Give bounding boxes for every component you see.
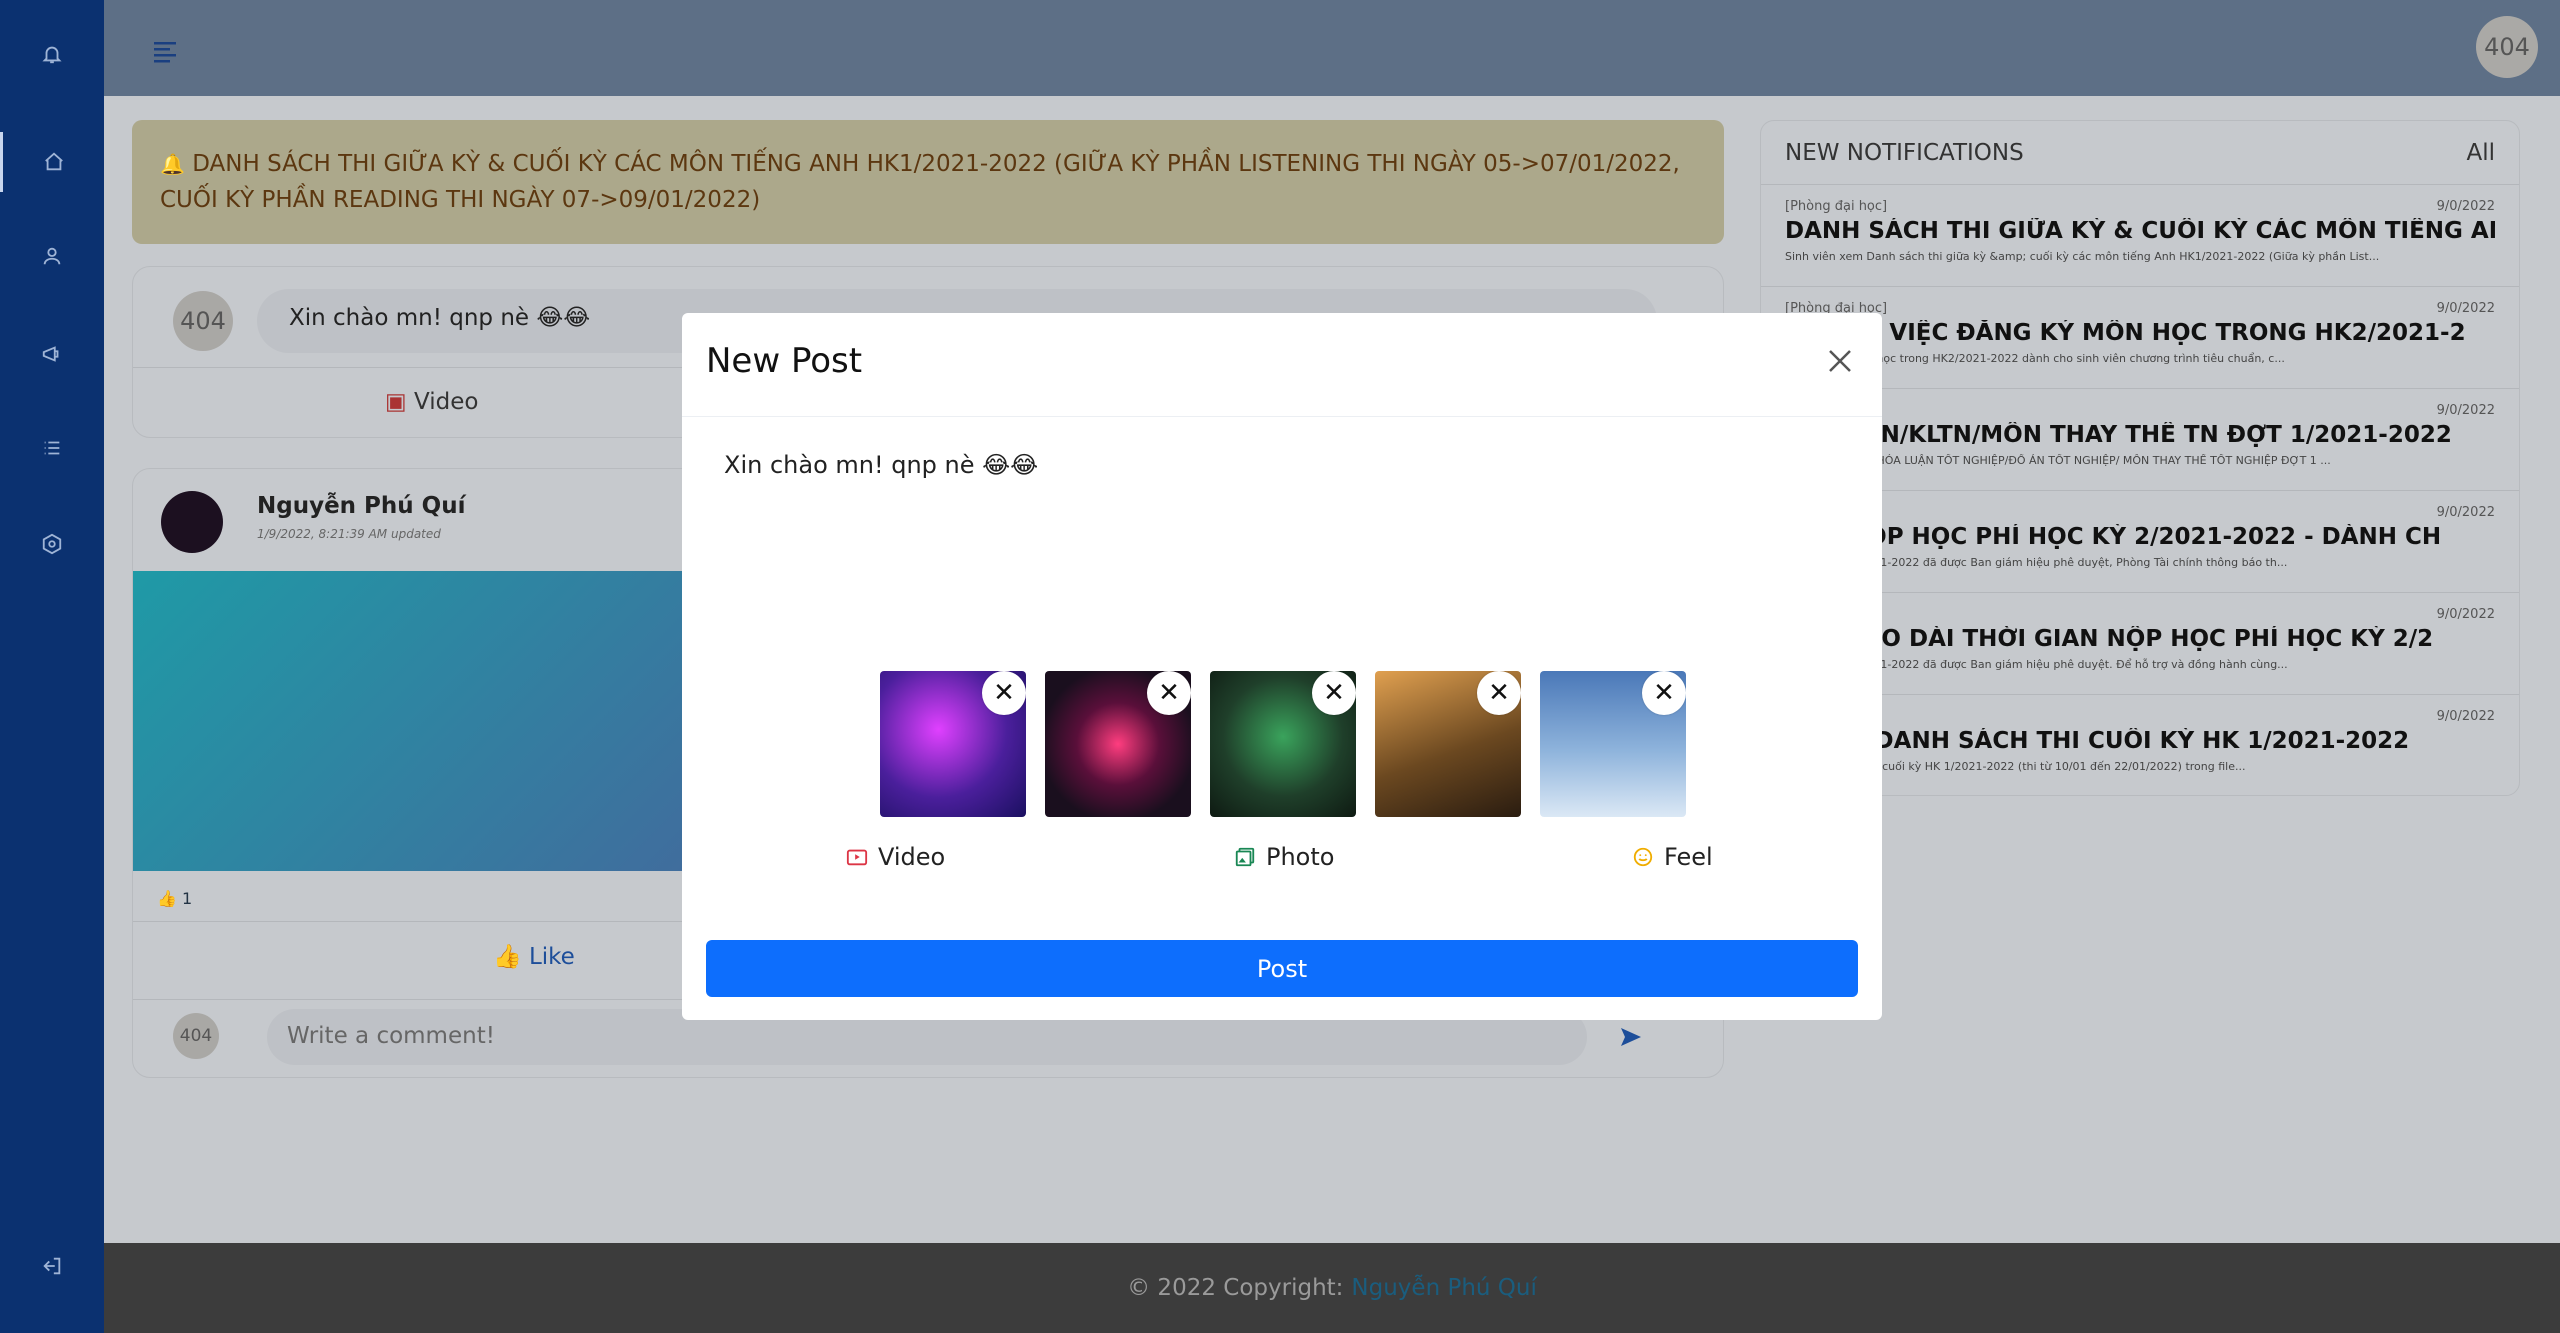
user-avatar[interactable]: 404 — [2476, 16, 2538, 78]
video-icon: ▣ — [385, 389, 407, 415]
home-icon[interactable] — [0, 132, 104, 192]
hexagon-icon[interactable] — [0, 514, 104, 574]
post-submit-button[interactable]: Post — [706, 940, 1858, 997]
notification-title: BÁO NỘP HỌC PHÍ HỌC KỲ 2/2021-2022 - DÀN… — [1785, 524, 2442, 550]
composer-video-button[interactable]: ▣ Video — [385, 389, 479, 415]
notification-source: h] — [1785, 505, 2495, 520]
attached-image-thumbnail[interactable]: ✕ — [1540, 671, 1686, 817]
notification-source: h] — [1785, 607, 2495, 622]
feel-label: Feel — [1664, 843, 1713, 871]
remove-image-button[interactable]: ✕ — [1312, 671, 1356, 715]
post-meta: 1/9/2022, 8:21:39 AM updated — [257, 527, 441, 541]
notification-summary: ệc đăng ký môn học trong HK2/2021-2022 d… — [1785, 352, 2285, 365]
video-button[interactable]: Video — [846, 843, 945, 871]
send-icon[interactable] — [1619, 1025, 1643, 1049]
user-icon[interactable] — [0, 226, 104, 286]
notification-date: 9/0/2022 — [2436, 709, 2495, 724]
logout-icon[interactable] — [0, 1236, 104, 1296]
photo-button[interactable]: Photo — [1234, 843, 1334, 871]
remove-image-button[interactable]: ✕ — [1477, 671, 1521, 715]
footer-copyright: © 2022 Copyright: — [1127, 1275, 1344, 1301]
avatar: 404 — [173, 1013, 219, 1059]
announcement-text: DANH SÁCH THI GIỮA KỲ & CUỐI KỲ CÁC MÔN … — [160, 151, 1680, 213]
notification-title: THỨC] DANH SÁCH THI CUỐI KỲ HK 1/2021-20… — [1785, 728, 2410, 754]
footer: © 2022 Copyright: Nguyễn Phú Quí — [104, 1243, 2560, 1333]
announcement-banner[interactable]: 🔔 DANH SÁCH THI GIỮA KỲ & CUỐI KỲ CÁC MÔ… — [132, 120, 1724, 244]
notification-date: 9/0/2022 — [2436, 403, 2495, 418]
notification-title: BÁO VỀ VIỆC ĐĂNG KÝ MÔN HỌC TRONG HK2/20… — [1785, 320, 2466, 346]
footer-author-link[interactable]: Nguyễn Phú Quí — [1351, 1275, 1536, 1301]
notifications-title: NEW NOTIFICATIONS — [1785, 139, 2024, 166]
video-icon — [846, 849, 868, 866]
thumbs-up-icon: 👍 — [493, 944, 522, 970]
notification-date: 9/0/2022 — [2436, 199, 2495, 214]
bell-icon: 🔔 — [160, 152, 185, 176]
thumbs-up-icon: 👍 — [157, 889, 177, 908]
author-avatar[interactable] — [161, 491, 223, 553]
like-button[interactable]: 👍 Like — [493, 943, 575, 970]
notifications-header: NEW NOTIFICATIONS All — [1761, 121, 2519, 185]
modal-title: New Post — [706, 341, 863, 381]
notification-date: 9/0/2022 — [2436, 301, 2495, 316]
like-label: Like — [528, 944, 575, 970]
remove-image-button[interactable]: ✕ — [982, 671, 1026, 715]
modal-header: New Post — [682, 313, 1882, 417]
sidebar — [0, 0, 104, 1333]
attached-image-thumbnail[interactable]: ✕ — [1045, 671, 1191, 817]
remove-image-button[interactable]: ✕ — [1147, 671, 1191, 715]
notification-source: ] — [1785, 709, 2495, 724]
notification-summary: ách năm học 2021-2022 đã được Ban giám h… — [1785, 556, 2288, 569]
notification-source: [Phòng đại học] — [1785, 199, 1888, 214]
video-label: Video — [878, 843, 946, 871]
smile-icon — [1633, 847, 1653, 867]
notification-summary: Sinh viên xem Danh sách thi giữa kỳ &amp… — [1785, 250, 2380, 263]
remove-image-button[interactable]: ✕ — [1642, 671, 1686, 715]
notification-item[interactable]: [Phòng đại học] 9/0/2022 DANH SÁCH THI G… — [1761, 185, 2519, 287]
notification-summary: iết Danh sách thi cuối kỳ HK 1/2021-2022… — [1785, 760, 2246, 773]
bell-icon[interactable] — [0, 24, 104, 84]
close-icon[interactable] — [1822, 343, 1858, 379]
notification-title: BÁO KÉO DÀI THỜI GIAN NỘP HỌC PHÍ HỌC KỲ… — [1785, 626, 2434, 652]
notification-date: 9/0/2022 — [2436, 607, 2495, 622]
notification-source: [Phòng đại học] — [1785, 301, 1888, 316]
notifications-all-link[interactable]: All — [2466, 140, 2495, 166]
new-post-modal: New Post Xin chào mn! qnp nè 😂😂 ✕ ✕ ✕ ✕ … — [682, 313, 1882, 1020]
notification-summary: ách năm học 2021-2022 đã được Ban giám h… — [1785, 658, 2288, 671]
post-text-area[interactable]: Xin chào mn! qnp nè 😂😂 — [724, 451, 1038, 479]
notification-date: 9/0/2022 — [2436, 505, 2495, 520]
megaphone-icon[interactable] — [0, 324, 104, 384]
attached-image-thumbnail[interactable]: ✕ — [1375, 671, 1521, 817]
notification-source: ] — [1785, 403, 2495, 418]
like-count: 👍 1 — [157, 889, 192, 908]
notification-summary: NGHỆ NGHIỆP, KHÓA LUẬN TỐT NGHIỆP/ĐỒ ÁN … — [1785, 454, 2331, 467]
video-label: Video — [414, 389, 479, 415]
photo-icon — [1235, 847, 1255, 867]
notification-title: DANH SÁCH THI GIỮA KỲ & CUỐI KỲ CÁC MÔN … — [1785, 218, 2495, 244]
photo-label: Photo — [1266, 843, 1335, 871]
avatar: 404 — [173, 291, 233, 351]
like-count-value: 1 — [182, 889, 193, 908]
post-author[interactable]: Nguyễn Phú Quí — [257, 493, 465, 519]
notification-title: CH TSNN/KLTN/MÔN THAY THẾ TN ĐỢT 1/2021-… — [1785, 422, 2452, 448]
attached-image-thumbnail[interactable]: ✕ — [1210, 671, 1356, 817]
top-header: 404 — [104, 0, 2560, 96]
attached-image-thumbnail[interactable]: ✕ — [880, 671, 1026, 817]
menu-icon[interactable] — [152, 38, 180, 66]
list-icon[interactable] — [0, 418, 104, 478]
feel-button[interactable]: Feel — [1632, 843, 1713, 871]
